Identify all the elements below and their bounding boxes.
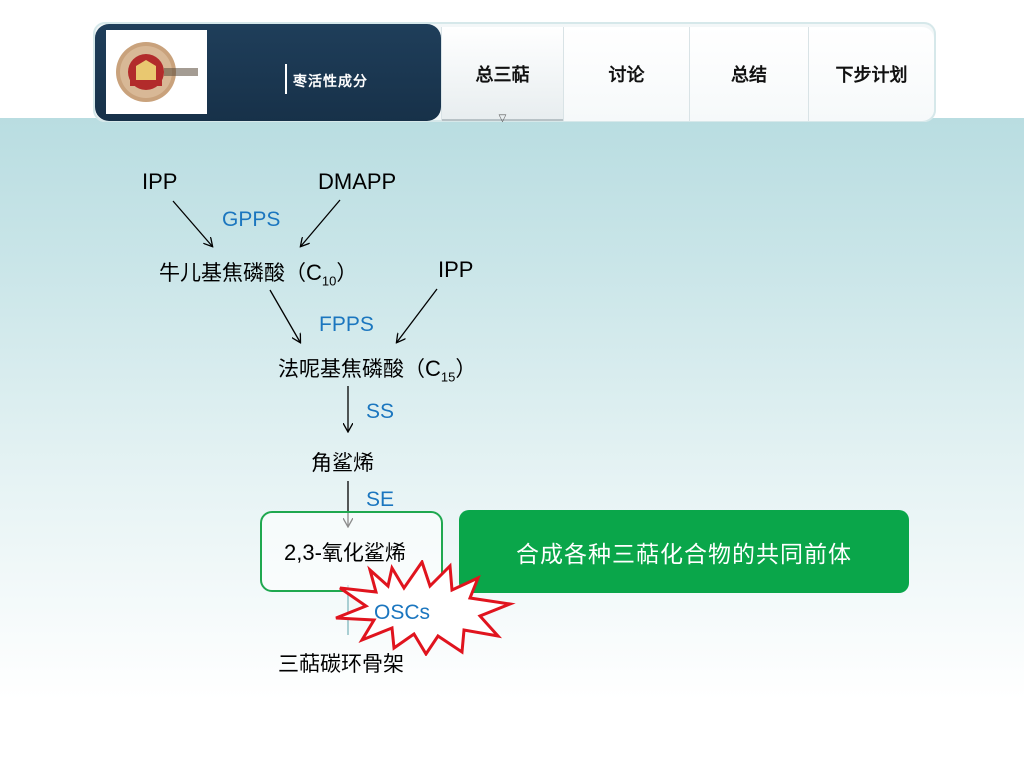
brand-title: 枣活性成分	[293, 74, 368, 90]
ipp-label: IPP	[142, 169, 178, 194]
enzyme-fpps: FPPS	[319, 313, 374, 336]
enzyme-se: SE	[366, 488, 395, 511]
chevron-down-icon: ▽	[498, 113, 507, 124]
enzyme-gpps: GPPS	[222, 208, 281, 231]
tab-label: 总三萜	[475, 65, 530, 86]
callout-text: 合成各种三萜化合物的共同前体	[516, 541, 852, 568]
arrow-ipp-to-fpp	[397, 288, 438, 342]
tab-discussion[interactable]: 讨论	[563, 27, 689, 121]
fpp-label: 法呢基焦磷酸（C15）	[278, 356, 477, 385]
gpp-label: 牛儿基焦磷酸（C10）	[159, 260, 358, 289]
arrow-gpp-to-fpp	[269, 289, 300, 342]
squalene-label: 角鲨烯	[311, 451, 374, 475]
tab-summary[interactable]: 总结	[689, 27, 808, 121]
arrow-dmapp-to-gpp	[301, 199, 341, 246]
tab-label: 总结	[731, 65, 767, 86]
tab-label: 下步计划	[835, 65, 908, 86]
triterpene-skeleton-label: 三萜碳环骨架	[278, 652, 404, 676]
brand-separator	[285, 64, 287, 94]
tab-next-plan[interactable]: 下步计划	[808, 27, 934, 121]
university-logo	[106, 30, 207, 114]
enzyme-ss: SS	[366, 400, 395, 423]
common-precursor-callout: 合成各种三萜化合物的共同前体	[459, 510, 909, 593]
university-seal-icon	[116, 42, 198, 102]
tab-total-triterpenes[interactable]: 总三萜 ▽	[441, 27, 563, 124]
ipp-label-second: IPP	[438, 257, 474, 282]
enzyme-oscs: OSCs	[374, 601, 431, 624]
tab-label: 讨论	[608, 65, 645, 86]
dmapp-label: DMAPP	[318, 169, 397, 194]
arrow-ipp-to-gpp	[172, 200, 212, 246]
